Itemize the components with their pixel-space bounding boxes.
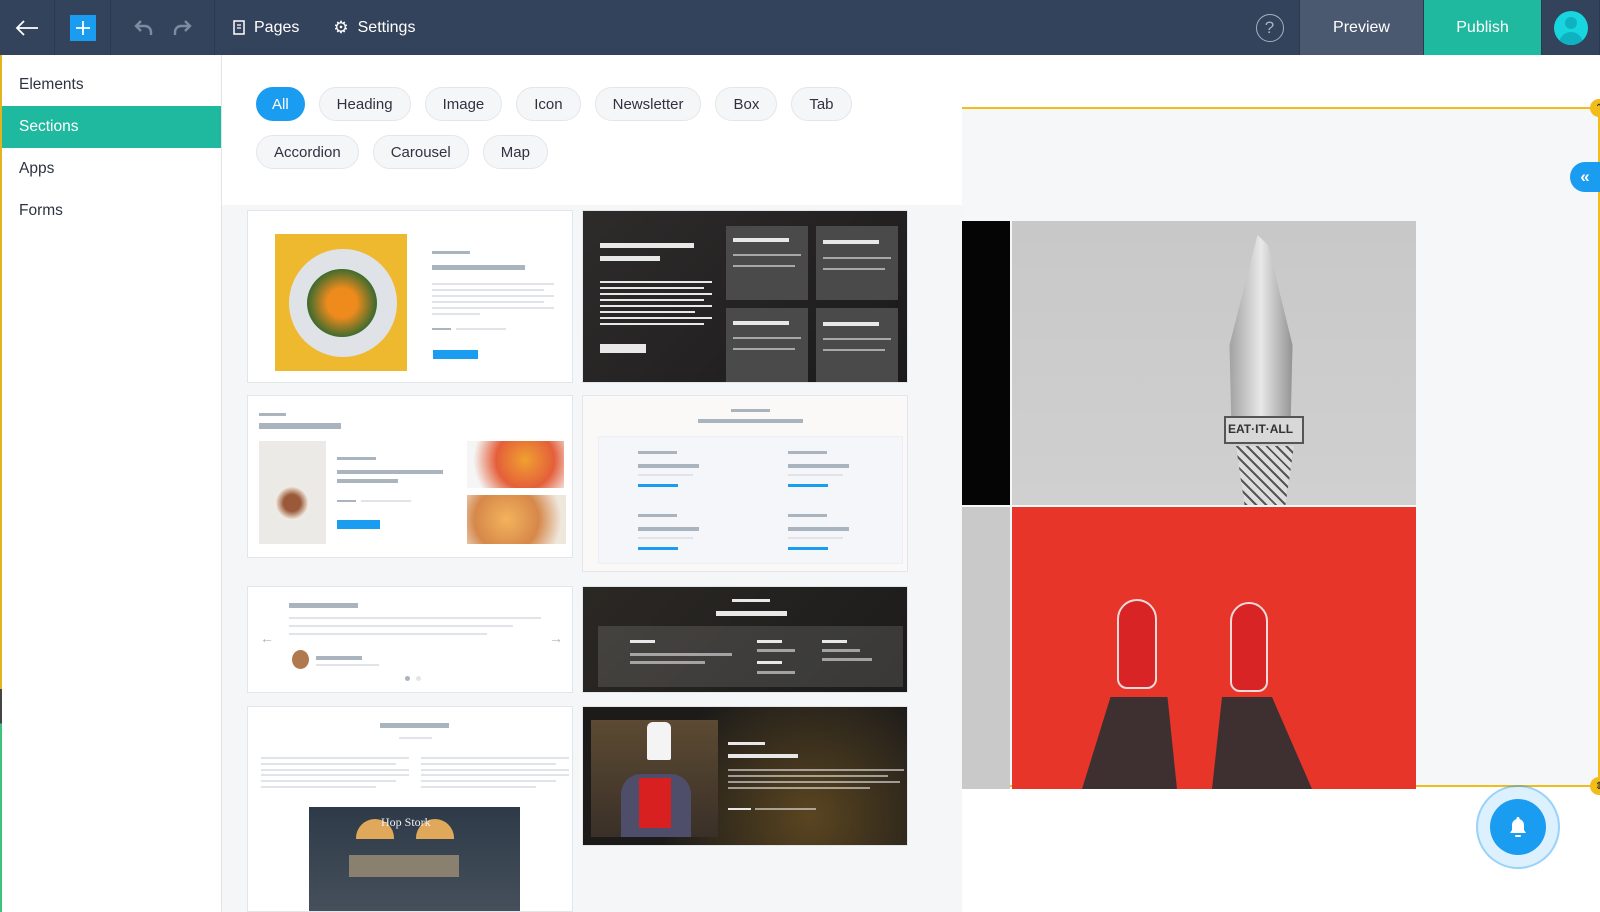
user-menu[interactable] bbox=[1542, 0, 1600, 55]
publish-button[interactable]: Publish bbox=[1424, 0, 1542, 55]
filter-chips: All Heading Image Icon Newsletter Box Ta… bbox=[222, 55, 962, 205]
testimonial-avatar bbox=[292, 650, 309, 669]
resize-handle-bottom[interactable]: ⇕ bbox=[1590, 777, 1600, 795]
add-element-button[interactable] bbox=[55, 0, 111, 55]
bell-icon bbox=[1510, 817, 1526, 837]
chef-image bbox=[591, 720, 718, 837]
settings-menu[interactable]: ⚙ Settings bbox=[333, 18, 415, 38]
sections-panel: All Heading Image Icon Newsletter Box Ta… bbox=[222, 55, 962, 912]
filter-map[interactable]: Map bbox=[482, 135, 548, 169]
template-two-column-text-image[interactable]: Hop Stork bbox=[247, 706, 573, 912]
filter-heading[interactable]: Heading bbox=[318, 87, 411, 121]
page-canvas: EAT·IT·ALL ⌃ ⇕ « bbox=[962, 55, 1600, 912]
page-icon bbox=[233, 20, 245, 35]
pages-menu[interactable]: Pages bbox=[233, 19, 299, 37]
sign-text: EAT·IT·ALL bbox=[1228, 422, 1294, 436]
filter-newsletter[interactable]: Newsletter bbox=[594, 87, 702, 121]
red-shoes-image bbox=[1012, 507, 1416, 789]
template-chef-feature-section[interactable] bbox=[582, 706, 908, 846]
fruit-image bbox=[467, 441, 564, 488]
preview-button[interactable]: Preview bbox=[1300, 0, 1424, 55]
user-avatar-icon bbox=[1553, 10, 1588, 45]
help-button[interactable]: ? bbox=[1240, 0, 1300, 55]
filter-carousel[interactable]: Carousel bbox=[372, 135, 469, 169]
back-button[interactable] bbox=[0, 0, 55, 55]
sidebar-item-elements[interactable]: Elements bbox=[2, 64, 221, 106]
filter-image[interactable]: Image bbox=[424, 87, 503, 121]
gray-image-block bbox=[962, 507, 1010, 789]
template-dark-features-grid[interactable] bbox=[582, 210, 908, 383]
redo-icon[interactable] bbox=[172, 19, 192, 36]
arrow-left-icon bbox=[15, 19, 38, 36]
gear-icon: ⚙ bbox=[333, 17, 349, 37]
template-dark-menu-section[interactable] bbox=[582, 586, 908, 693]
settings-label: Settings bbox=[357, 18, 416, 36]
sidebar-item-sections[interactable]: Sections bbox=[2, 106, 221, 148]
sidebar-item-forms[interactable]: Forms bbox=[2, 190, 221, 232]
cafe-storefront-image: Hop Stork bbox=[309, 807, 520, 911]
tarts-image bbox=[467, 495, 566, 544]
ice-cream-sign-image: EAT·IT·ALL bbox=[1012, 221, 1416, 505]
template-testimonial-carousel[interactable]: ← → bbox=[247, 586, 573, 693]
collapse-panel-button[interactable]: « bbox=[1570, 162, 1600, 192]
filter-box[interactable]: Box bbox=[715, 87, 778, 121]
resize-handle-top[interactable]: ⌃ bbox=[1590, 99, 1600, 117]
pages-label: Pages bbox=[254, 18, 300, 36]
dark-image-block bbox=[962, 221, 1010, 505]
filter-accordion[interactable]: Accordion bbox=[256, 135, 359, 169]
cafe-sign-text: Hop Stork bbox=[381, 815, 431, 829]
salad-image bbox=[275, 234, 407, 371]
undo-icon[interactable] bbox=[133, 19, 154, 36]
arrow-right-icon[interactable]: → bbox=[549, 630, 563, 646]
filter-all[interactable]: All bbox=[256, 87, 305, 121]
notifications-button[interactable] bbox=[1476, 785, 1560, 869]
filter-tab[interactable]: Tab bbox=[791, 87, 852, 121]
history-controls bbox=[111, 0, 215, 55]
plus-icon bbox=[75, 20, 90, 35]
template-four-box-section[interactable] bbox=[582, 395, 908, 572]
filter-icon[interactable]: Icon bbox=[516, 87, 581, 121]
breakfast-image bbox=[259, 441, 326, 544]
top-toolbar: Pages ⚙ Settings ? Preview Publish bbox=[0, 0, 1600, 55]
template-image-text-section[interactable] bbox=[247, 210, 573, 383]
sidebar-item-apps[interactable]: Apps bbox=[2, 148, 221, 190]
sidebar: Elements Sections Apps Forms bbox=[0, 55, 222, 912]
selected-section[interactable]: EAT·IT·ALL ⌃ ⇕ bbox=[962, 99, 1600, 795]
arrow-left-icon[interactable]: ← bbox=[260, 630, 274, 646]
template-gallery-text-section[interactable] bbox=[247, 395, 573, 558]
help-icon: ? bbox=[1255, 13, 1284, 42]
